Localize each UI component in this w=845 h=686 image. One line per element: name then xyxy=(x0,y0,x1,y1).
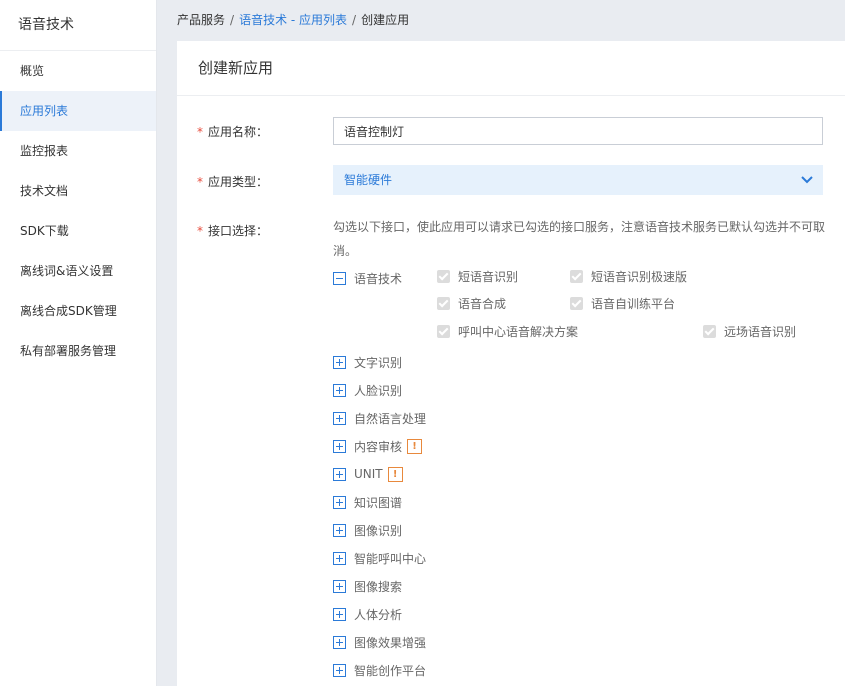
expand-icon[interactable] xyxy=(333,495,346,509)
tree-node-image-enhance: 图像效果增强 xyxy=(333,634,426,650)
checkbox-label: 语音自训练平台 xyxy=(591,296,676,311)
page-title: 创建新应用 xyxy=(177,41,845,96)
check-icon xyxy=(703,324,716,338)
tree-node-label: 文字识别 xyxy=(354,355,403,370)
checkbox-label: 短语音识别 xyxy=(458,269,519,284)
breadcrumb-products[interactable]: 产品服务 xyxy=(177,13,225,27)
checkbox-label: 短语音识别极速版 xyxy=(591,269,688,284)
sidebar: 语音技术 概览 应用列表 监控报表 技术文档 SDK下载 离线词&语义设置 离线… xyxy=(0,0,157,686)
checkbox-tts: 语音合成 xyxy=(437,295,506,311)
sidebar-item-docs[interactable]: 技术文档 xyxy=(0,171,156,211)
tree-node-nlp: 自然语言处理 xyxy=(333,410,426,426)
expand-icon[interactable] xyxy=(333,635,346,649)
collapse-icon[interactable] xyxy=(333,271,346,285)
check-icon xyxy=(437,324,450,338)
required-mark: * xyxy=(197,224,203,238)
create-app-panel: 创建新应用 * 应用名称： * 应用类型： 智能硬件 * 接口选择： 勾选以下接口，使… xyxy=(177,41,845,686)
expand-icon[interactable] xyxy=(333,439,346,453)
app-name-input[interactable] xyxy=(333,117,823,145)
sidebar-item-sdk-download[interactable]: SDK下载 xyxy=(0,211,156,251)
breadcrumb-current: 创建应用 xyxy=(361,13,410,27)
tree-node-face: 人脸识别 xyxy=(333,382,402,398)
app-name-label-text: 应用名称： xyxy=(208,125,269,139)
api-select-label-text: 接口选择： xyxy=(208,224,269,238)
breadcrumb-separator: / xyxy=(352,13,357,27)
tree-node-label: UNIT xyxy=(354,467,383,481)
expand-icon[interactable] xyxy=(333,607,346,621)
breadcrumb-app-list[interactable]: 语音技术 - 应用列表 xyxy=(239,13,347,27)
expand-icon[interactable] xyxy=(333,523,346,537)
breadcrumb-separator: / xyxy=(230,13,235,27)
checkbox-short-asr: 短语音识别 xyxy=(437,268,518,284)
tree-node-body-analysis: 人体分析 xyxy=(333,606,402,622)
expand-icon[interactable] xyxy=(333,551,346,565)
tree-node-speech: 语音技术 xyxy=(333,270,402,286)
tree-node-label: 知识图谱 xyxy=(354,495,403,510)
checkbox-label: 语音合成 xyxy=(458,296,507,311)
tree-node-image-recognition: 图像识别 xyxy=(333,522,402,538)
sidebar-item-app-list[interactable]: 应用列表 xyxy=(0,91,156,131)
required-mark: * xyxy=(197,175,203,189)
checkbox-label: 远场语音识别 xyxy=(724,324,797,339)
tree-node-content-audit: 内容审核! xyxy=(333,438,423,454)
sidebar-item-offline-tts-sdk[interactable]: 离线合成SDK管理 xyxy=(0,291,156,331)
tree-node-label: 图像识别 xyxy=(354,523,403,538)
tree-node-label: 智能创作平台 xyxy=(354,663,427,678)
app-type-select[interactable]: 智能硬件 xyxy=(333,165,823,195)
checkbox-label: 呼叫中心语音解决方案 xyxy=(458,324,579,339)
tree-node-label: 图像效果增强 xyxy=(354,635,427,650)
tree-node-knowledge-graph: 知识图谱 xyxy=(333,494,402,510)
expand-icon[interactable] xyxy=(333,355,346,369)
tree-node-label: 智能呼叫中心 xyxy=(354,551,427,566)
tree-node-call-center: 智能呼叫中心 xyxy=(333,550,426,566)
tree-node-label: 图像搜索 xyxy=(354,579,403,594)
expand-icon[interactable] xyxy=(333,663,346,677)
sidebar-title: 语音技术 xyxy=(0,0,156,51)
app-name-label: * 应用名称： xyxy=(197,123,268,140)
tree-node-label: 自然语言处理 xyxy=(354,411,427,426)
tree-node-label: 人脸识别 xyxy=(354,383,403,398)
checkbox-call-center: 呼叫中心语音解决方案 xyxy=(437,323,578,339)
tree-node-unit: UNIT! xyxy=(333,466,403,482)
sidebar-item-monitoring[interactable]: 监控报表 xyxy=(0,131,156,171)
check-icon xyxy=(570,296,583,310)
expand-icon[interactable] xyxy=(333,467,346,481)
api-select-label: * 接口选择： xyxy=(197,222,268,239)
breadcrumb: 产品服务 / 语音技术 - 应用列表 / 创建应用 xyxy=(177,0,409,40)
expand-icon[interactable] xyxy=(333,579,346,593)
tree-node-label: 内容审核 xyxy=(354,439,403,454)
sidebar-item-offline-words[interactable]: 离线词&语义设置 xyxy=(0,251,156,291)
warning-icon: ! xyxy=(407,438,423,454)
check-icon xyxy=(570,269,583,283)
checkbox-far-field-asr: 远场语音识别 xyxy=(703,323,796,339)
warning-icon: ! xyxy=(387,466,403,482)
sidebar-item-overview[interactable]: 概览 xyxy=(0,51,156,91)
checkbox-short-asr-fast: 短语音识别极速版 xyxy=(570,268,687,284)
checkbox-self-training: 语音自训练平台 xyxy=(570,295,675,311)
check-icon xyxy=(437,269,450,283)
app-type-label-text: 应用类型： xyxy=(208,175,269,189)
app-type-label: * 应用类型： xyxy=(197,173,268,190)
expand-icon[interactable] xyxy=(333,383,346,397)
tree-node-label: 语音技术 xyxy=(354,271,403,286)
chevron-down-icon xyxy=(801,165,813,195)
expand-icon[interactable] xyxy=(333,411,346,425)
check-icon xyxy=(437,296,450,310)
tree-node-ocr: 文字识别 xyxy=(333,354,402,370)
sidebar-item-private-deploy[interactable]: 私有部署服务管理 xyxy=(0,331,156,371)
tree-node-creation-platform: 智能创作平台 xyxy=(333,662,426,678)
tree-node-label: 人体分析 xyxy=(354,607,403,622)
required-mark: * xyxy=(197,125,203,139)
app-type-value: 智能硬件 xyxy=(344,173,393,187)
api-description: 勾选以下接口，使此应用可以请求已勾选的接口服务，注意语音技术服务已默认勾选并不可… xyxy=(333,220,826,258)
tree-node-image-search: 图像搜索 xyxy=(333,578,402,594)
